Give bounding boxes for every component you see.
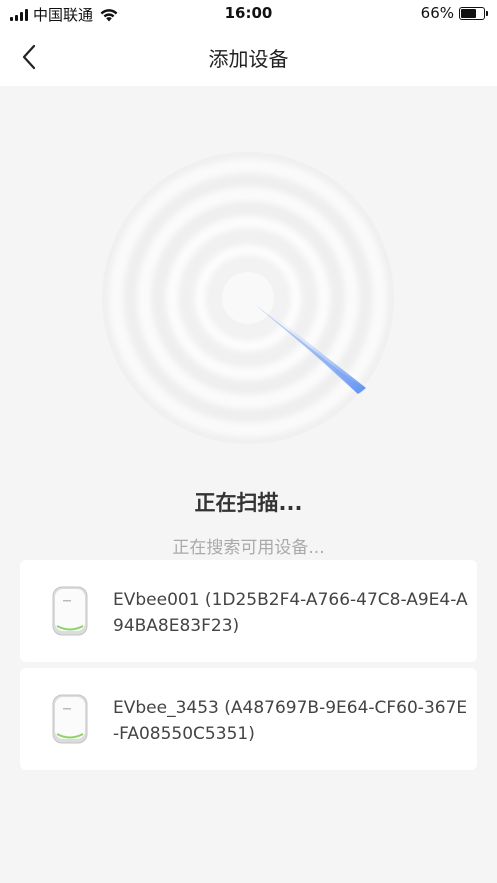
- device-name: EVbee001 (1D25B2F4-A766-47C8-A9E4-A94BA8…: [113, 590, 468, 636]
- status-bar: 中国联通 16:00 66%: [0, 0, 497, 28]
- page-title: 添加设备: [208, 47, 289, 71]
- charger-device-icon: [52, 586, 88, 636]
- device-list-item[interactable]: EVbee_3453 (A487697B-9E64-CF60-367E-FA08…: [20, 668, 477, 770]
- status-right: 66%: [420, 4, 488, 22]
- battery-fill: [461, 8, 476, 18]
- scan-status-subtitle: 正在搜索可用设备...: [172, 538, 325, 558]
- device-list: EVbee001 (1D25B2F4-A766-47C8-A9E4-A94BA8…: [20, 560, 477, 776]
- nav-bar: 添加设备: [0, 28, 497, 86]
- battery-percentage: 66%: [420, 4, 454, 22]
- scan-status-title: 正在扫描...: [194, 491, 303, 515]
- device-name: EVbee_3453 (A487697B-9E64-CF60-367E-FA08…: [113, 698, 468, 744]
- charger-device-icon: [52, 694, 88, 744]
- battery-icon: [459, 6, 488, 20]
- radar-scan-graphic: [102, 152, 394, 444]
- device-list-item[interactable]: EVbee001 (1D25B2F4-A766-47C8-A9E4-A94BA8…: [20, 560, 477, 662]
